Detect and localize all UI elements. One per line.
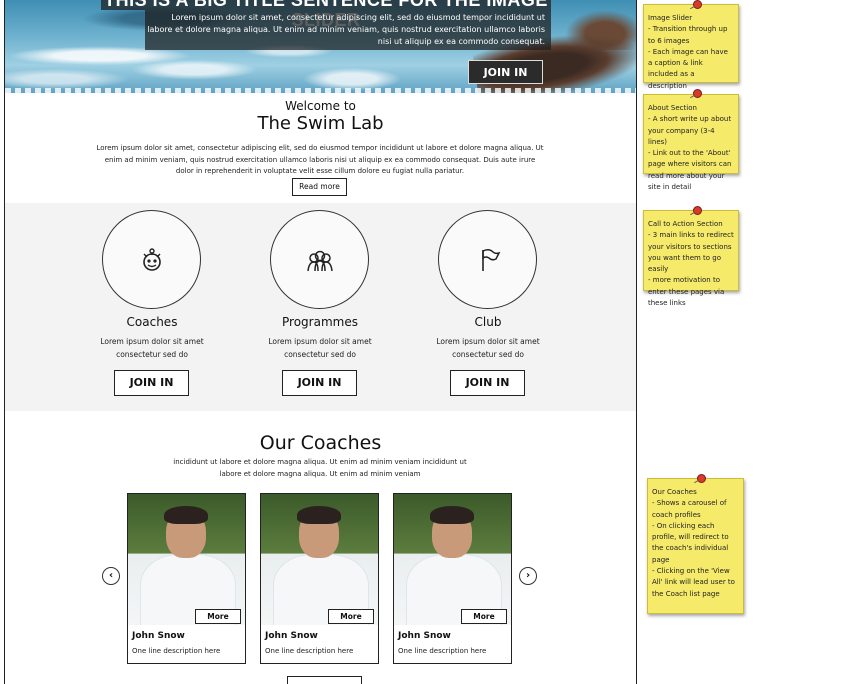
cta-desc-club: Lorem ipsum dolor sit amet consectetur s… [436,337,540,359]
coach-name: John Snow [265,631,318,641]
coach-more-button[interactable]: More [328,609,374,624]
coach-card[interactable]: More John Snow One line description here [393,493,512,664]
view-all-button[interactable] [287,676,362,684]
image-slider[interactable]: THIS IS A BIG TITLE SENTENCE FOR THE IMA… [5,0,636,93]
coach-hair [297,506,341,524]
note-line: Call to Action Section [648,220,723,228]
note-line: - A short write up about your company (3… [648,115,732,146]
cta-title-club: Club [474,315,502,329]
coach-more-button[interactable]: More [195,609,241,624]
pushpin-icon [693,89,702,98]
cta-join-club-button[interactable]: JOIN IN [450,370,525,396]
cta-join-coaches-button[interactable]: JOIN IN [114,370,189,396]
note-line: - more motivation to enter these pages v… [648,276,725,308]
slider-edge [5,88,636,93]
coach-description: One line description here [265,647,354,655]
coaches-title: Our Coaches [259,432,382,454]
sticky-note-call-to-action: Call to Action Section - 3 main links to… [643,210,739,307]
welcome-kicker: Welcome to [285,99,356,113]
pushpin-icon [693,206,702,215]
people-group-icon [307,250,333,272]
slider-caption: Lorem ipsum dolor sit amet, consectetur … [145,10,551,50]
note-line: - Clicking on the 'View All' link will l… [652,567,735,598]
slider-title: THIS IS A BIG TITLE SENTENCE FOR THE IMA… [101,0,551,30]
coach-description: One line description here [132,647,221,655]
note-line: - Link out to the 'About' page where vis… [648,149,732,192]
flag-icon [482,248,501,271]
note-line: About Section [648,104,697,112]
cta-join-programmes-button[interactable]: JOIN IN [282,370,357,396]
read-more-button[interactable]: Read more [292,178,347,196]
wireframe-page: THIS IS A BIG TITLE SENTENCE FOR THE IMA… [4,0,637,684]
pushpin-icon [697,474,706,483]
note-line: - On clicking each profile, will redirec… [652,521,729,564]
coach-hair [430,506,474,524]
sticky-note-our-coaches: Our Coaches - Shows a carousel of coach … [647,478,744,614]
coach-more-button[interactable]: More [461,609,507,624]
cta-title-coaches: Coaches [126,315,178,329]
sticky-note-image-slider: Image Slider - Transition through up to … [643,4,739,90]
coach-photo [128,494,245,625]
slider-join-button[interactable]: JOIN IN [468,60,543,84]
coach-photo [394,494,511,625]
cta-circle-coaches[interactable] [102,210,201,309]
note-line: - Each image can have a caption & link i… [648,47,728,90]
coach-hair [164,506,208,524]
carousel-next-button[interactable]: › [519,567,537,585]
coach-description: One line description here [398,647,487,655]
coach-name: John Snow [398,631,451,641]
welcome-text: Lorem ipsum dolor sit amet, consectetur … [96,144,544,175]
coach-card[interactable]: More John Snow One line description here [260,493,379,664]
coach-name: John Snow [132,631,185,641]
note-line: Image Slider [648,14,693,22]
welcome-title: The Swim Lab [257,113,384,134]
cta-circle-programmes[interactable] [270,210,369,309]
note-line: - Shows a carousel of coach profiles [652,499,727,519]
note-line: - Transition through up to 6 images [648,25,728,45]
coach-card[interactable]: More John Snow One line description here [127,493,246,664]
note-line: Our Coaches [652,488,697,496]
call-to-action-section: Coaches Lorem ipsum dolor sit amet conse… [5,203,636,411]
cta-desc-coaches: Lorem ipsum dolor sit amet consectetur s… [100,337,204,359]
coach-photo [261,494,378,625]
coaches-subtitle: incididunt ut labore et dolore magna ali… [173,458,467,478]
carousel-prev-button[interactable]: ‹ [102,567,120,585]
pushpin-icon [693,0,702,9]
cta-title-programmes: Programmes [282,315,358,329]
note-line: - 3 main links to redirect your visitors… [648,231,734,274]
cta-circle-club[interactable] [438,210,537,309]
sticky-note-about: About Section - A short write up about y… [643,94,739,191]
coach-whistle-icon [143,248,161,271]
cta-desc-programmes: Lorem ipsum dolor sit amet consectetur s… [268,337,372,359]
